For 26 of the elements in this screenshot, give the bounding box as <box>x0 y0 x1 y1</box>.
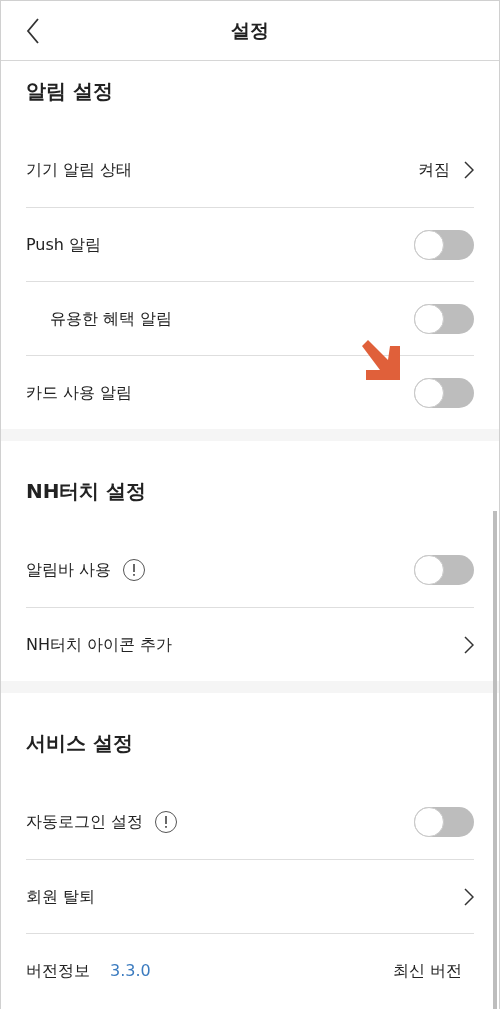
setting-label: 자동로그인 설정 <box>26 811 144 833</box>
screen-title: 설정 <box>231 18 269 44</box>
toggle-switch[interactable] <box>414 229 474 260</box>
version-number: 3.3.0 <box>110 959 151 982</box>
toggle-switch[interactable] <box>414 555 474 585</box>
setting-label: 회원 탈퇴 <box>26 885 96 908</box>
setting-row[interactable]: 회원 탈퇴 <box>26 859 474 933</box>
setting-label: NH터치 아이콘 추가 <box>26 633 173 656</box>
chevron-icon <box>464 887 474 906</box>
chevron-icon <box>464 161 474 179</box>
setting-row[interactable]: 기기 알림 상태 켜짐 <box>26 133 474 207</box>
section-title: 서비스 설정 <box>26 730 134 757</box>
setting-label: Push 알림 <box>26 233 102 256</box>
update-status: 최신 버전 <box>392 959 462 982</box>
toggle-switch[interactable] <box>414 303 474 334</box>
setting-label: 카드 사용 알림 <box>26 381 133 404</box>
section-title: NH터치 설정 <box>26 478 148 505</box>
setting-label: 유용한 혜택 알림 <box>50 307 173 330</box>
section-title: 알림 설정 <box>26 78 114 105</box>
setting-label: 기기 알림 상태 <box>26 159 133 181</box>
setting-value: 켜짐 <box>418 159 450 181</box>
toggle-switch[interactable] <box>414 377 474 408</box>
chevron-icon <box>464 635 474 654</box>
setting-label: 버전정보 <box>26 959 90 982</box>
toggle-switch[interactable] <box>414 807 474 837</box>
setting-label: 알림바 사용 <box>26 559 112 581</box>
